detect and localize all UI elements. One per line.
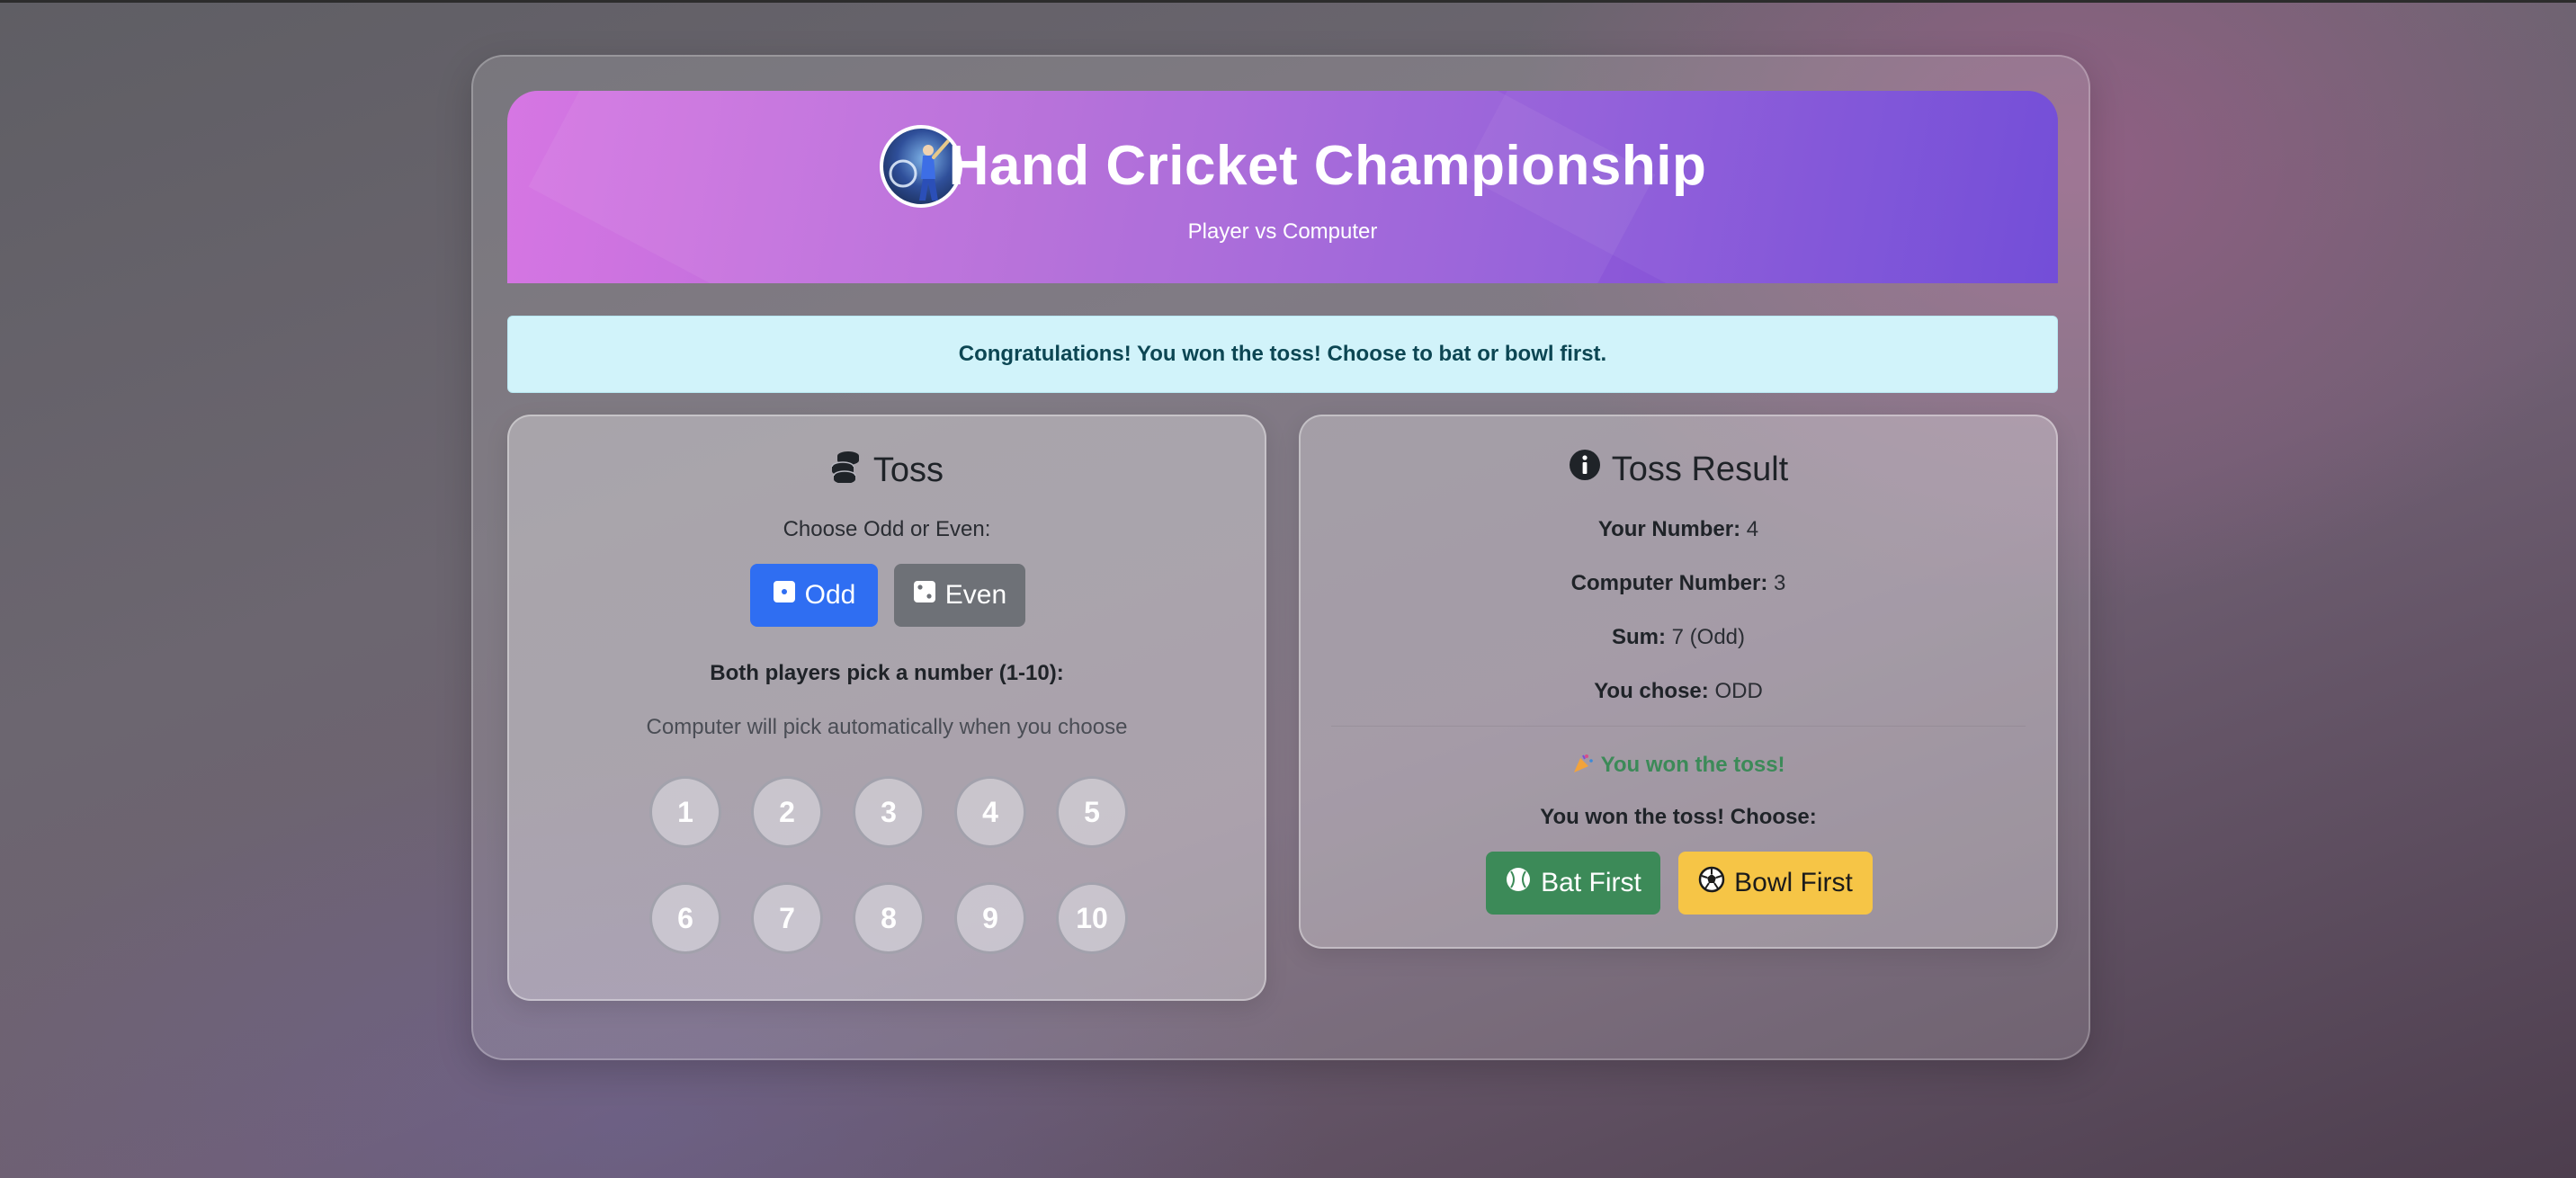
number-button-6[interactable]: 6 xyxy=(649,882,721,954)
number-button-2[interactable]: 2 xyxy=(751,776,823,848)
auto-pick-note: Computer will pick automatically when yo… xyxy=(646,715,1128,739)
computer-number-label: Computer Number: xyxy=(1570,571,1768,595)
baseball-icon xyxy=(1505,866,1532,900)
odd-button-label: Odd xyxy=(804,580,856,610)
window-top-edge xyxy=(0,0,2576,3)
result-divider xyxy=(1331,726,2026,727)
choose-prompt: You won the toss! Choose: xyxy=(1540,805,1817,829)
your-number-value: 4 xyxy=(1746,517,1759,541)
you-chose-value: ODD xyxy=(1714,679,1763,703)
toss-card: Toss Choose Odd or Even: Odd Even Both p… xyxy=(507,415,1266,1001)
alert-message: Congratulations! You won the toss! Choos… xyxy=(958,342,1607,366)
even-button-label: Even xyxy=(944,580,1007,610)
toss-result-title-text: Toss Result xyxy=(1611,450,1789,488)
sum-value: 7 (Odd) xyxy=(1671,625,1746,649)
number-button-5[interactable]: 5 xyxy=(1056,776,1128,848)
bat-first-label: Bat First xyxy=(1541,868,1641,897)
odd-button[interactable]: Odd xyxy=(750,564,878,627)
number-button-9[interactable]: 9 xyxy=(954,882,1026,954)
toss-status-alert: Congratulations! You won the toss! Choos… xyxy=(507,316,2058,393)
bowl-first-button[interactable]: Bowl First xyxy=(1678,852,1873,915)
number-button-3[interactable]: 3 xyxy=(853,776,925,848)
bowl-first-label: Bowl First xyxy=(1734,868,1853,897)
page-title: Hand Cricket Championship xyxy=(948,135,1707,197)
number-button-10[interactable]: 10 xyxy=(1056,882,1128,954)
toss-result-card: Toss Result Your Number: 4 Computer Numb… xyxy=(1299,415,2058,949)
number-button-8[interactable]: 8 xyxy=(853,882,925,954)
header-banner: Hand Cricket Championship Player vs Comp… xyxy=(507,91,2058,283)
sum-line: Sum: 7 (Odd) xyxy=(1301,625,2056,650)
your-number-line: Your Number: 4 xyxy=(1301,517,2056,542)
computer-number-line: Computer Number: 3 xyxy=(1301,571,2056,596)
number-button-1[interactable]: 1 xyxy=(649,776,721,848)
computer-number-value: 3 xyxy=(1773,571,1786,595)
game-container: Hand Cricket Championship Player vs Comp… xyxy=(471,55,2090,1060)
choose-odd-even-label: Choose Odd or Even: xyxy=(783,517,991,541)
info-circle-icon xyxy=(1569,449,1601,490)
dice-two-icon xyxy=(913,580,936,611)
you-chose-line: You chose: ODD xyxy=(1301,679,2056,704)
number-button-4[interactable]: 4 xyxy=(954,776,1026,848)
toss-result-title: Toss Result xyxy=(1301,449,2056,490)
dice-one-icon xyxy=(773,580,796,611)
soccer-ball-icon xyxy=(1698,866,1725,900)
toss-card-title: Toss xyxy=(509,449,1265,492)
toss-won-message: You won the toss! xyxy=(1301,753,2056,778)
you-chose-label: You chose: xyxy=(1594,679,1709,703)
party-popper-icon xyxy=(1571,753,1600,777)
toss-won-text: You won the toss! xyxy=(1600,753,1785,777)
page-subtitle: Player vs Computer xyxy=(1187,219,1378,244)
even-button[interactable]: Even xyxy=(894,564,1025,627)
toss-title-text: Toss xyxy=(872,451,944,489)
number-button-7[interactable]: 7 xyxy=(751,882,823,954)
bat-first-button[interactable]: Bat First xyxy=(1486,852,1660,915)
pick-number-label: Both players pick a number (1-10): xyxy=(710,661,1064,685)
coins-icon xyxy=(830,449,863,492)
sum-label: Sum: xyxy=(1611,625,1666,649)
your-number-label: Your Number: xyxy=(1597,517,1741,541)
